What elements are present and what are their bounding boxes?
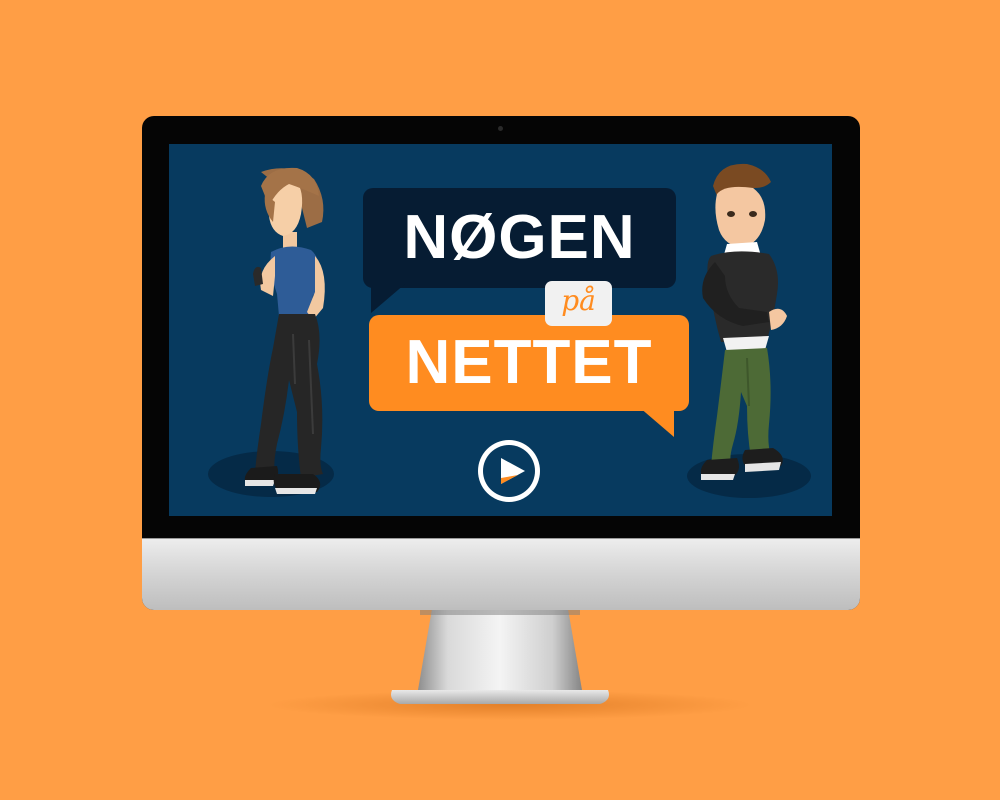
video-screen[interactable]: NØGEN NETTET på (169, 144, 832, 516)
play-icon (483, 445, 535, 497)
promo-scene: NØGEN NETTET på (0, 0, 1000, 800)
title-orange-wrapper: NETTET (369, 315, 689, 410)
title-line-1: NØGEN (403, 203, 636, 272)
boy-character-illustration (687, 163, 811, 498)
title-dark-wrapper: NØGEN (363, 188, 676, 291)
monitor: NØGEN NETTET på (142, 116, 860, 610)
title-connector: på (545, 281, 612, 326)
webcam-dot (498, 126, 503, 131)
monitor-chin (142, 538, 860, 610)
title-line-2: NETTET (405, 328, 653, 397)
girl-character-illustration (208, 167, 334, 497)
play-button[interactable] (478, 440, 540, 502)
